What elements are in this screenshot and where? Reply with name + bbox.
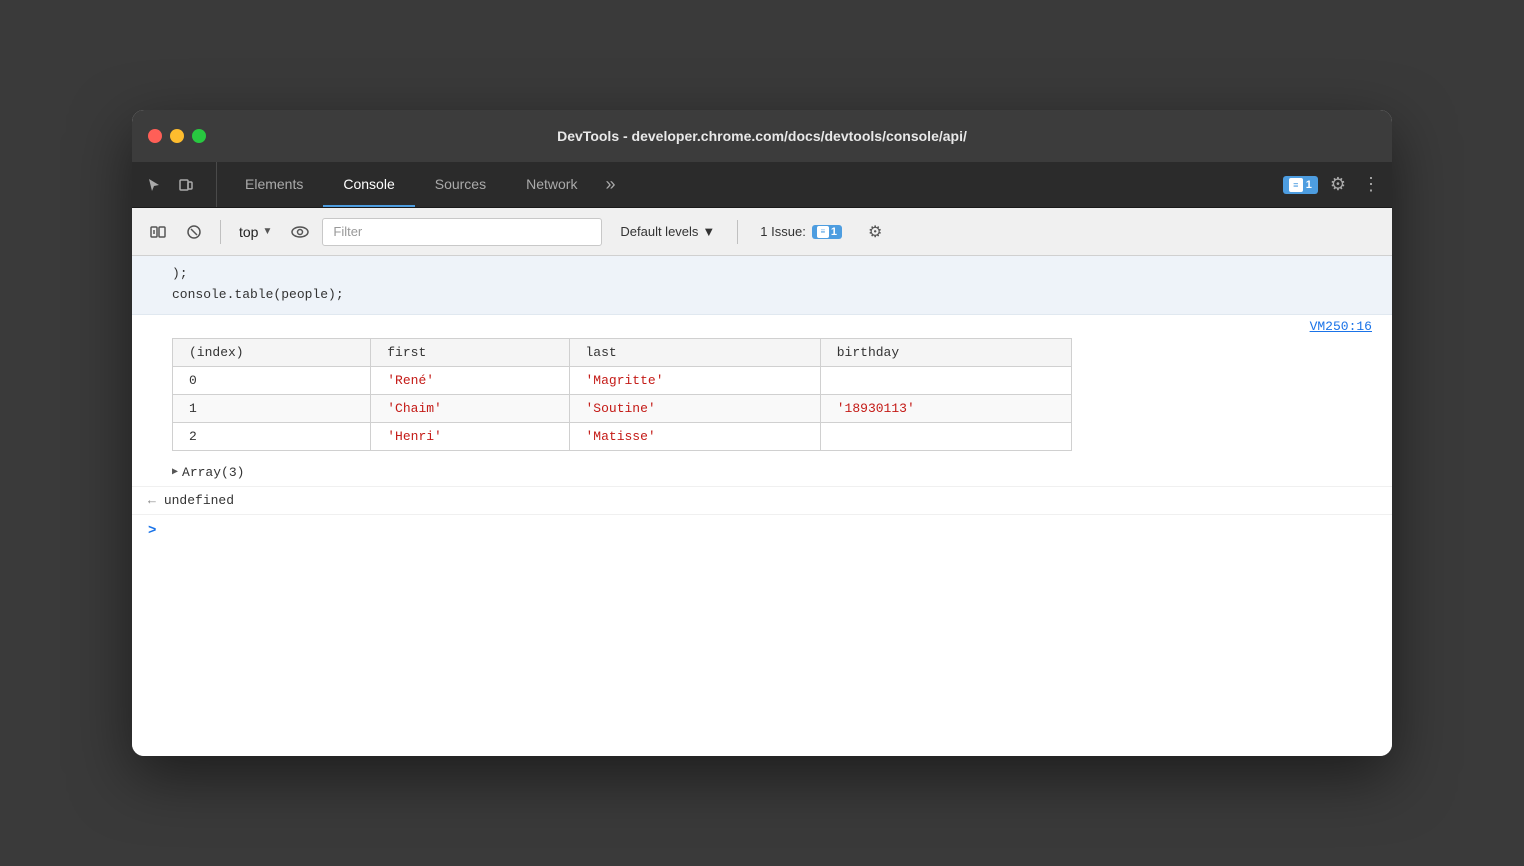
window-title: DevTools - developer.chrome.com/docs/dev… [557,128,967,144]
table-row: 2 'Henri' 'Matisse' [173,422,1072,450]
tab-network[interactable]: Network [506,162,597,207]
cell-index-0: 0 [173,366,371,394]
col-header-last: last [569,338,820,366]
filter-input[interactable] [322,218,602,246]
devtools-window: DevTools - developer.chrome.com/docs/dev… [132,110,1392,756]
cell-first-0: 'René' [371,366,569,394]
console-toolbar: top ▼ Default levels ▼ 1 Issue: ≡ 1 ⚙ [132,208,1392,256]
issues-badge[interactable]: 1 [1283,176,1318,194]
issues-toolbar-button[interactable]: 1 Issue: ≡ 1 [750,220,852,243]
code-line-2: console.table(people); [172,285,1376,306]
window-controls [148,129,206,143]
minimize-button[interactable] [170,129,184,143]
cell-last-1: 'Soutine' [569,394,820,422]
col-header-first: first [371,338,569,366]
undefined-row: ← undefined [132,486,1392,514]
vm-link[interactable]: VM250:16 [132,315,1392,338]
toolbar-separator-2 [737,220,738,244]
issues-inline-icon: ≡ [817,226,829,238]
cell-birthday-2 [820,422,1071,450]
cell-last-2: 'Matisse' [569,422,820,450]
col-header-index: (index) [173,338,371,366]
issues-badge-icon [1289,178,1303,192]
cell-birthday-0 [820,366,1071,394]
cell-last-0: 'Magritte' [569,366,820,394]
cell-first-2: 'Henri' [371,422,569,450]
prompt-chevron-icon: > [148,523,156,539]
console-content: ); console.table(people); VM250:16 (inde… [132,256,1392,756]
code-block: ); console.table(people); [132,256,1392,315]
cursor-icon[interactable] [140,171,168,199]
console-table: (index) first last birthday 0 'René' 'Ma… [172,338,1072,451]
tab-bar: Elements Console Sources Network » 1 ⚙ ⋮ [132,162,1392,208]
context-selector[interactable]: top ▼ [233,222,278,242]
tab-sources[interactable]: Sources [415,162,506,207]
log-levels-arrow: ▼ [702,224,715,239]
tabs-container: Elements Console Sources Network » [225,162,1283,207]
issues-inline-badge: ≡ 1 [812,225,842,239]
toolbar-separator-1 [220,220,221,244]
clear-console-icon[interactable] [180,218,208,246]
table-header-row: (index) first last birthday [173,338,1072,366]
console-settings-icon[interactable]: ⚙ [868,222,882,242]
cell-first-1: 'Chaim' [371,394,569,422]
table-body: 0 'René' 'Magritte' 1 'Chaim' 'Soutine' … [173,366,1072,450]
tabbar-right: 1 ⚙ ⋮ [1283,162,1384,207]
return-arrow-icon: ← [148,493,156,508]
devtools-icons [140,162,217,207]
cell-index-1: 1 [173,394,371,422]
cell-index-2: 2 [173,422,371,450]
close-button[interactable] [148,129,162,143]
console-prompt[interactable]: > [132,514,1392,547]
cell-birthday-1: '18930113' [820,394,1071,422]
tab-elements[interactable]: Elements [225,162,323,207]
col-header-birthday: birthday [820,338,1071,366]
titlebar: DevTools - developer.chrome.com/docs/dev… [132,110,1392,162]
settings-icon[interactable]: ⚙ [1326,170,1350,199]
more-tabs-button[interactable]: » [597,162,623,207]
more-options-icon[interactable]: ⋮ [1358,170,1384,199]
array-chevron-icon: ▶ [172,466,178,478]
sidebar-toggle-icon[interactable] [144,218,172,246]
device-icon[interactable] [172,171,200,199]
table-row: 0 'René' 'Magritte' [173,366,1072,394]
maximize-button[interactable] [192,129,206,143]
context-selector-arrow: ▼ [262,226,272,237]
array-toggle[interactable]: ▶ Array(3) [132,459,1392,486]
log-levels-button[interactable]: Default levels ▼ [610,220,725,243]
table-row: 1 'Chaim' 'Soutine' '18930113' [173,394,1072,422]
code-line-1: ); [172,264,1376,285]
tab-console[interactable]: Console [323,162,414,207]
live-expression-icon[interactable] [286,218,314,246]
